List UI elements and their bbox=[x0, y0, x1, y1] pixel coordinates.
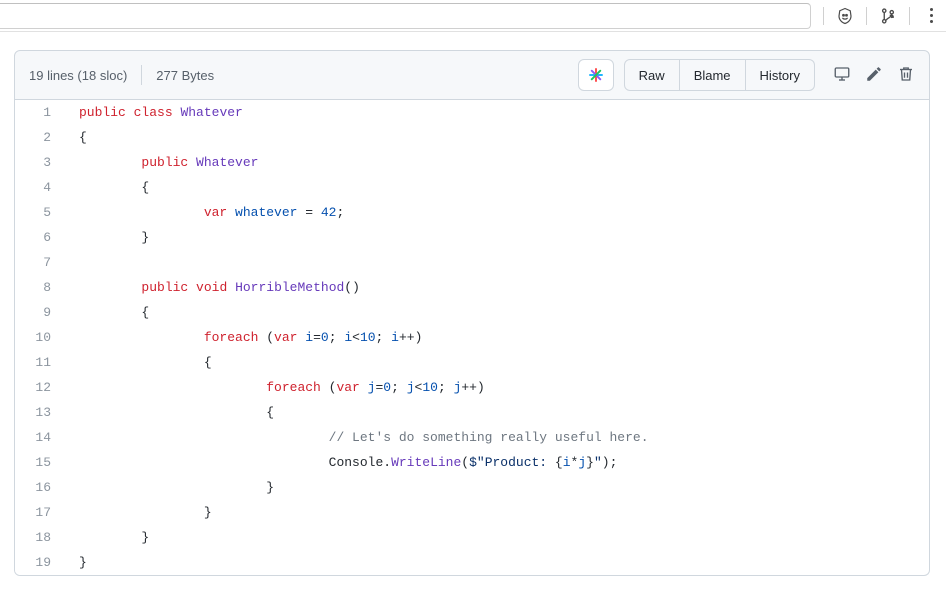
browser-top-bar: n/grantwinney/test/blob/master/test.cs bbox=[0, 0, 946, 32]
git-branch-icon[interactable] bbox=[877, 5, 899, 27]
separator bbox=[141, 65, 142, 85]
lines-count: 19 lines (18 sloc) bbox=[29, 68, 127, 83]
line-number[interactable]: 7 bbox=[15, 250, 65, 275]
file-header: 19 lines (18 sloc) 277 Bytes Raw Blame H… bbox=[14, 50, 930, 100]
line-number[interactable]: 4 bbox=[15, 175, 65, 200]
code-container: 1public class Whatever2{3 public Whateve… bbox=[14, 100, 930, 576]
browser-actions bbox=[817, 5, 946, 27]
line-number[interactable]: 9 bbox=[15, 300, 65, 325]
line-content[interactable]: { bbox=[65, 300, 929, 325]
raw-button[interactable]: Raw bbox=[624, 59, 680, 91]
line-number[interactable]: 17 bbox=[15, 500, 65, 525]
line-content[interactable]: public Whatever bbox=[65, 150, 929, 175]
file-actions: Raw Blame History bbox=[624, 59, 815, 91]
bytes-count: 277 Bytes bbox=[156, 68, 214, 83]
page-content: 19 lines (18 sloc) 277 Bytes Raw Blame H… bbox=[0, 32, 946, 576]
code-line: 4 { bbox=[15, 175, 929, 200]
code-line: 13 { bbox=[15, 400, 929, 425]
code-line: 1public class Whatever bbox=[15, 100, 929, 125]
line-number[interactable]: 12 bbox=[15, 375, 65, 400]
line-content[interactable]: public class Whatever bbox=[65, 100, 929, 125]
brave-shield-icon[interactable] bbox=[834, 5, 856, 27]
line-number[interactable]: 1 bbox=[15, 100, 65, 125]
code-line: 5 var whatever = 42; bbox=[15, 200, 929, 225]
file-stats: 19 lines (18 sloc) 277 Bytes bbox=[29, 65, 214, 85]
history-button[interactable]: History bbox=[746, 59, 815, 91]
line-number[interactable]: 13 bbox=[15, 400, 65, 425]
line-number[interactable]: 10 bbox=[15, 325, 65, 350]
line-content[interactable]: { bbox=[65, 400, 929, 425]
line-content[interactable]: } bbox=[65, 525, 929, 550]
line-content[interactable]: foreach (var i=0; i<10; i++) bbox=[65, 325, 929, 350]
blame-button[interactable]: Blame bbox=[680, 59, 746, 91]
line-number[interactable]: 2 bbox=[15, 125, 65, 150]
code-line: 7 bbox=[15, 250, 929, 275]
line-content[interactable]: Console.WriteLine($"Product: {i*j}"); bbox=[65, 450, 929, 475]
line-number[interactable]: 3 bbox=[15, 150, 65, 175]
code-line: 12 foreach (var j=0; j<10; j++) bbox=[15, 375, 929, 400]
address-bar[interactable]: n/grantwinney/test/blob/master/test.cs bbox=[0, 3, 811, 29]
code-line: 14 // Let's do something really useful h… bbox=[15, 425, 929, 450]
code-line: 8 public void HorribleMethod() bbox=[15, 275, 929, 300]
line-number[interactable]: 8 bbox=[15, 275, 65, 300]
separator bbox=[866, 7, 867, 25]
code-line: 11 { bbox=[15, 350, 929, 375]
code-line: 6 } bbox=[15, 225, 929, 250]
code-line: 3 public Whatever bbox=[15, 150, 929, 175]
line-content[interactable]: { bbox=[65, 175, 929, 200]
line-content[interactable]: } bbox=[65, 225, 929, 250]
line-number[interactable]: 15 bbox=[15, 450, 65, 475]
line-number[interactable]: 19 bbox=[15, 550, 65, 575]
header-icon-actions bbox=[833, 65, 915, 86]
line-number[interactable]: 14 bbox=[15, 425, 65, 450]
line-number[interactable]: 11 bbox=[15, 350, 65, 375]
line-number[interactable]: 16 bbox=[15, 475, 65, 500]
code-line: 18 } bbox=[15, 525, 929, 550]
pencil-icon[interactable] bbox=[865, 65, 883, 86]
browser-menu-icon[interactable] bbox=[920, 5, 942, 27]
trash-icon[interactable] bbox=[897, 65, 915, 86]
code-line: 19} bbox=[15, 550, 929, 575]
code-line: 16 } bbox=[15, 475, 929, 500]
code-line: 10 foreach (var i=0; i<10; i++) bbox=[15, 325, 929, 350]
line-content[interactable] bbox=[65, 250, 929, 275]
line-content[interactable]: // Let's do something really useful here… bbox=[65, 425, 929, 450]
separator bbox=[823, 7, 824, 25]
line-content[interactable]: foreach (var j=0; j<10; j++) bbox=[65, 375, 929, 400]
code-table: 1public class Whatever2{3 public Whateve… bbox=[15, 100, 929, 575]
line-content[interactable]: } bbox=[65, 500, 929, 525]
code-line: 9 { bbox=[15, 300, 929, 325]
copilot-button[interactable] bbox=[578, 59, 614, 91]
line-content[interactable]: { bbox=[65, 350, 929, 375]
code-line: 15 Console.WriteLine($"Product: {i*j}"); bbox=[15, 450, 929, 475]
line-number[interactable]: 6 bbox=[15, 225, 65, 250]
line-content[interactable]: { bbox=[65, 125, 929, 150]
line-number[interactable]: 18 bbox=[15, 525, 65, 550]
desktop-icon[interactable] bbox=[833, 65, 851, 86]
line-content[interactable]: } bbox=[65, 475, 929, 500]
separator bbox=[909, 7, 910, 25]
line-content[interactable]: var whatever = 42; bbox=[65, 200, 929, 225]
code-line: 17 } bbox=[15, 500, 929, 525]
line-number[interactable]: 5 bbox=[15, 200, 65, 225]
code-line: 2{ bbox=[15, 125, 929, 150]
line-content[interactable]: } bbox=[65, 550, 929, 575]
line-content[interactable]: public void HorribleMethod() bbox=[65, 275, 929, 300]
